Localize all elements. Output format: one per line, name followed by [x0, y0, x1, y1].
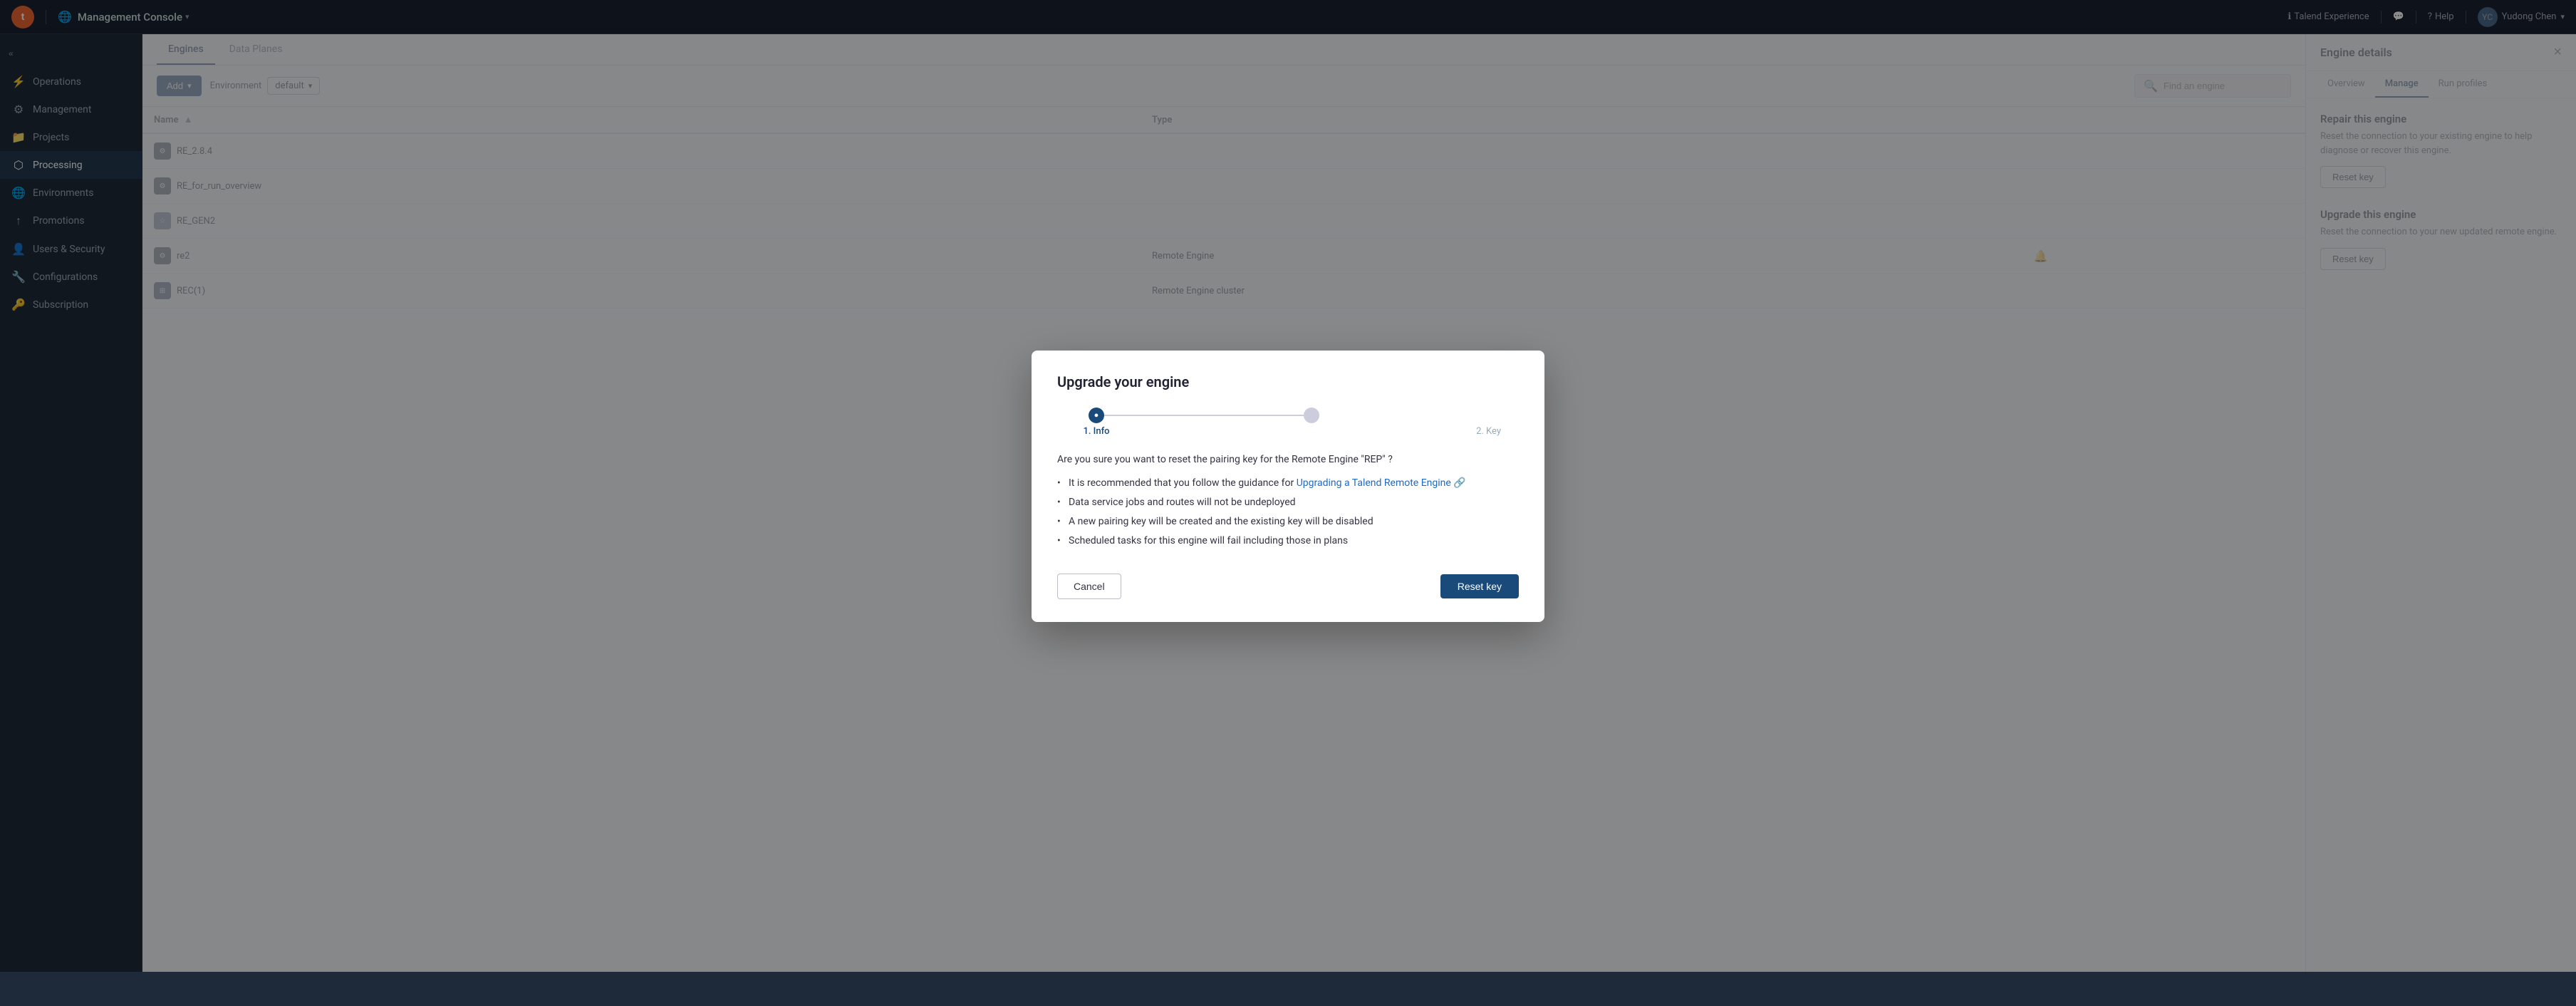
step-dot-key — [1304, 408, 1319, 423]
bullet-text-3: A new pairing key will be created and th… — [1069, 516, 1373, 527]
modal-overlay: Upgrade your engine ● 1. Info 2. Key Are… — [0, 0, 2576, 972]
list-item: A new pairing key will be created and th… — [1057, 512, 1519, 531]
modal-title: Upgrade your engine — [1057, 373, 1519, 390]
bullet-text-4: Scheduled tasks for this engine will fai… — [1069, 535, 1348, 546]
bullet-text-2: Data service jobs and routes will not be… — [1069, 497, 1296, 508]
modal: Upgrade your engine ● 1. Info 2. Key Are… — [1032, 351, 1544, 622]
cancel-button[interactable]: Cancel — [1057, 574, 1121, 599]
modal-bullet-list: It is recommended that you follow the gu… — [1057, 474, 1519, 551]
modal-question: Are you sure you want to reset the pairi… — [1057, 454, 1519, 465]
step-label-info: 1. Info — [1075, 426, 1118, 437]
bullet-text-1: It is recommended that you follow the gu… — [1069, 477, 1297, 489]
list-item: Data service jobs and routes will not be… — [1057, 493, 1519, 512]
stepper: ● 1. Info 2. Key — [1057, 408, 1519, 437]
stepper-row: ● — [1089, 408, 1487, 423]
list-item: It is recommended that you follow the gu… — [1057, 474, 1519, 493]
upgrade-link[interactable]: Upgrading a Talend Remote Engine 🔗 — [1297, 477, 1466, 489]
step-dot-info: ● — [1089, 408, 1104, 423]
step-label-key: 2. Key — [1309, 426, 1501, 437]
step-line — [1104, 415, 1304, 416]
step-label-row: 1. Info 2. Key — [1089, 426, 1487, 437]
modal-footer: Cancel Reset key — [1057, 574, 1519, 599]
reset-key-confirm-button[interactable]: Reset key — [1440, 574, 1519, 598]
list-item: Scheduled tasks for this engine will fai… — [1057, 531, 1519, 551]
